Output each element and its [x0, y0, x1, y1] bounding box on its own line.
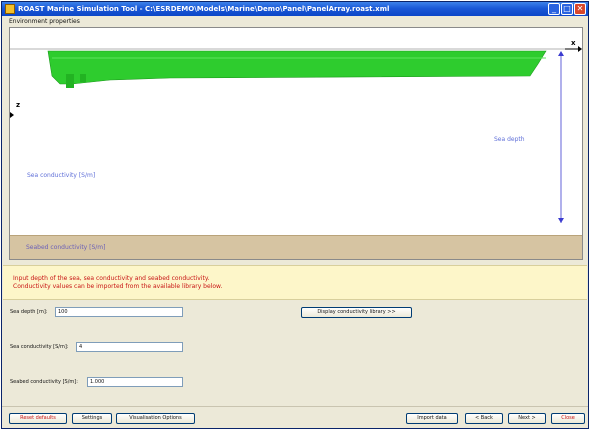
cancel-button[interactable]: Close	[551, 413, 585, 424]
seabed-conductivity-label: Seabed conductivity [S/m]	[26, 244, 106, 251]
back-button[interactable]: < Back	[465, 413, 503, 424]
footer-separator	[2, 406, 588, 407]
sea-conductivity-label-field: Sea conductivity [S/m]:	[10, 344, 69, 350]
maximize-button[interactable]: □	[561, 3, 573, 15]
sea-depth-label-field: Sea depth [m]:	[10, 309, 48, 315]
application-window: ROAST Marine Simulation Tool - C:\ESRDEM…	[1, 1, 589, 429]
window-title: ROAST Marine Simulation Tool - C:\ESRDEM…	[18, 5, 390, 13]
depth-arrow-top	[558, 51, 564, 56]
next-button[interactable]: Next >	[508, 413, 546, 424]
sea-conductivity-input[interactable]: 4	[76, 342, 183, 352]
close-button[interactable]: ✕	[574, 3, 586, 15]
ship-hull	[47, 50, 547, 85]
visualisation-options-button[interactable]: Visualisation Options	[116, 413, 195, 424]
z-axis-arrowhead	[10, 112, 14, 118]
sea-conductivity-label: Sea conductivity [S/m]	[27, 172, 96, 179]
display-library-button[interactable]: Display conductivity library >>	[301, 307, 412, 318]
instructions-panel: Input depth of the sea, sea conductivity…	[3, 265, 587, 300]
instruction-line-1: Input depth of the sea, sea conductivity…	[13, 275, 210, 282]
hull-appendage	[66, 74, 74, 88]
depth-arrow-bottom	[558, 218, 564, 223]
sea-depth-label: Sea depth	[494, 136, 525, 143]
import-data-button[interactable]: Import data	[406, 413, 458, 424]
section-title: Environment properties	[9, 18, 80, 25]
reset-defaults-button[interactable]: Reset defaults	[9, 413, 67, 424]
app-icon	[5, 4, 15, 14]
instruction-line-2: Conductivity values can be imported from…	[13, 283, 223, 290]
seabed-conductivity-input[interactable]: 1.000	[87, 377, 183, 387]
z-axis-label: z	[16, 101, 21, 109]
minimize-button[interactable]: _	[548, 3, 560, 15]
seabed-conductivity-label-field: Seabed conductivity [S/m]:	[10, 379, 78, 385]
x-axis-arrowhead	[578, 46, 582, 52]
settings-button[interactable]: Settings	[72, 413, 112, 424]
environment-diagram: x z Sea depth Sea conductivity [S/m] Sea…	[9, 27, 583, 260]
title-bar[interactable]: ROAST Marine Simulation Tool - C:\ESRDEM…	[2, 2, 588, 16]
seabed-layer: Seabed conductivity [S/m]	[10, 235, 582, 259]
hull-appendage	[80, 74, 86, 82]
x-axis-label: x	[571, 39, 576, 47]
sea-depth-input[interactable]: 100	[55, 307, 183, 317]
